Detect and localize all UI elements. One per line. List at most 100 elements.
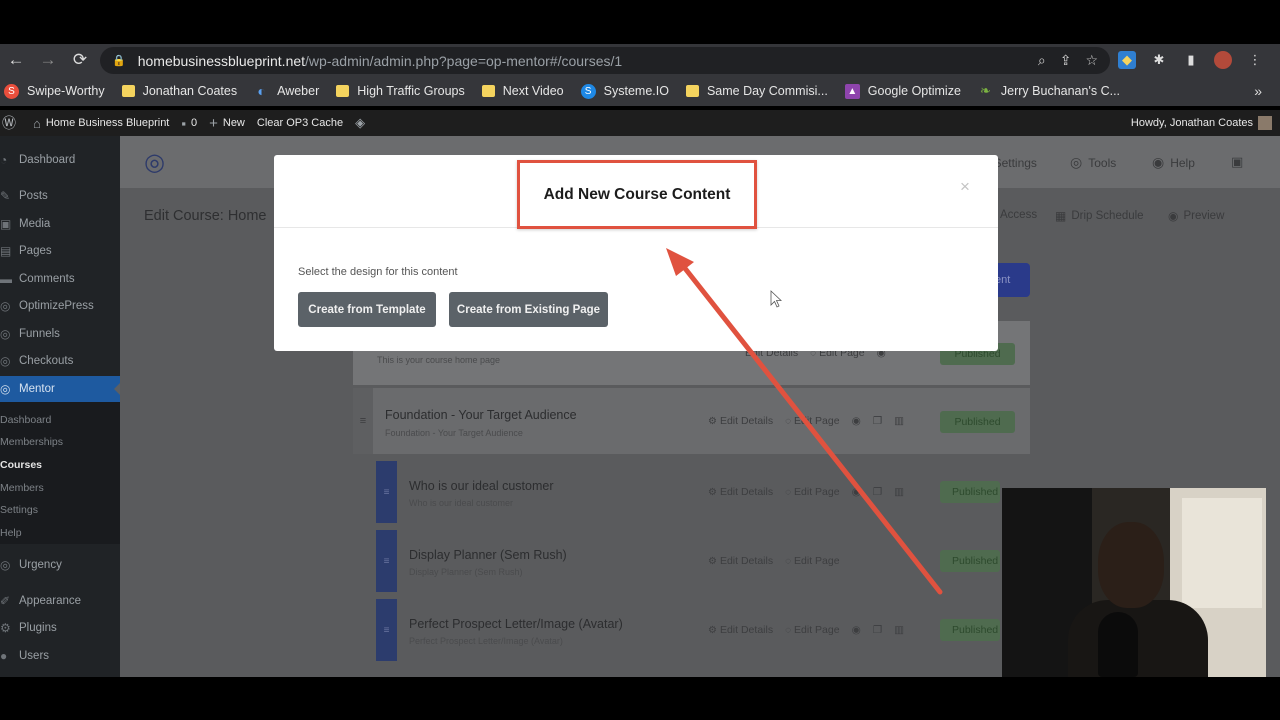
edit-details-link[interactable]: ⚙ Edit Details (708, 555, 773, 567)
calendar-icon: ▦ (1055, 209, 1067, 223)
edit-page-link[interactable]: ◌ Edit Page (785, 415, 840, 427)
drag-handle-icon[interactable]: ≡ (376, 461, 397, 523)
bookmark-aweber[interactable]: ◐ Aweber (254, 83, 319, 99)
microphone-icon (1098, 612, 1138, 677)
optimizepress-logo-icon[interactable]: ◎ (144, 148, 170, 176)
optimizepress-icon: ◎ (0, 327, 11, 341)
fullscreen-icon[interactable]: ▣ (1231, 154, 1249, 170)
zoom-icon[interactable]: ⌕ (1038, 52, 1046, 69)
drag-handle-icon[interactable]: ≡ (376, 599, 397, 661)
user-icon: ● (0, 649, 8, 663)
create-from-template-button[interactable]: Create from Template (298, 292, 436, 327)
extension-icon[interactable]: ◆ (1118, 51, 1136, 69)
eye-icon[interactable]: ◉ (852, 624, 861, 636)
preview-link[interactable]: ◉ Preview (1168, 209, 1224, 223)
account-menu[interactable]: Howdy, Jonathan Coates (1131, 116, 1272, 130)
submenu-memberships[interactable]: Memberships (0, 431, 120, 453)
sidebar-item-pages[interactable]: ▤ Pages (0, 238, 120, 264)
webcam-window (1182, 498, 1262, 608)
back-arrow-icon[interactable]: ← (0, 44, 32, 76)
submenu-help[interactable]: Help (0, 522, 120, 544)
row-title: Display Planner (Sem Rush) (409, 548, 567, 562)
bookmark-star-icon[interactable]: ☆ (1085, 52, 1098, 69)
wordpress-logo-icon[interactable]: Ⓦ (2, 113, 21, 133)
edit-details-link[interactable]: ⚙ Edit Details (708, 624, 773, 636)
bookmark-jerry-buchanan[interactable]: ❧ Jerry Buchanan's C... (978, 83, 1120, 99)
sidebar-item-appearance[interactable]: ✐ Appearance (0, 588, 120, 614)
chevron-double-right-icon[interactable]: » (1254, 83, 1262, 99)
sidebar-item-funnels[interactable]: ◎ Funnels (0, 321, 120, 347)
presenter-body (1068, 600, 1208, 677)
sidebar-item-comments[interactable]: ▬ Comments (0, 266, 120, 292)
modal-title: Add New Course Content (517, 160, 757, 229)
sidebar-item-media[interactable]: ▣ Media (0, 211, 120, 237)
access-link[interactable]: Access (1000, 209, 1037, 221)
bookmark-same-day-commissions[interactable]: Same Day Commisi... (685, 84, 828, 98)
tools-link[interactable]: ◎ Tools (1070, 154, 1116, 171)
sidebar-item-users[interactable]: ● Users (0, 643, 120, 669)
comments-link[interactable]: ▪ 0 (181, 116, 197, 131)
drip-schedule-link[interactable]: ▦ Drip Schedule (1055, 209, 1144, 223)
share-icon[interactable]: ⇪ (1060, 52, 1072, 69)
forward-arrow-icon[interactable]: → (32, 44, 64, 76)
drag-handle-icon[interactable]: ≡ (376, 530, 397, 592)
create-from-existing-page-button[interactable]: Create from Existing Page (449, 292, 608, 327)
bookmark-high-traffic-groups[interactable]: High Traffic Groups (336, 84, 465, 98)
duplicate-icon[interactable]: ❐ (873, 415, 882, 427)
bookmark-swipe-worthy[interactable]: S Swipe-Worthy (4, 83, 105, 99)
sidebar-item-mentor[interactable]: ◎ Mentor (0, 376, 120, 402)
edit-page-link[interactable]: ◌ Edit Page (785, 555, 840, 567)
table-row[interactable]: ≡ Foundation - Your Target Audience Foun… (353, 388, 1030, 454)
bookmark-google-optimize[interactable]: ▲ Google Optimize (844, 83, 961, 99)
puzzle-icon[interactable]: ✱ (1150, 51, 1168, 69)
new-content-link[interactable]: + New (209, 115, 245, 132)
sidebar-item-posts[interactable]: ✎ Posts (0, 183, 120, 209)
sidebar-item-plugins[interactable]: ⚙ Plugins (0, 615, 120, 641)
row-title: Foundation - Your Target Audience (385, 408, 577, 422)
reload-icon[interactable]: ⟳ (64, 44, 96, 76)
edit-details-link[interactable]: ⚙ Edit Details (708, 486, 773, 498)
sidebar-item-checkouts[interactable]: ◎ Checkouts (0, 348, 120, 374)
edit-page-link[interactable]: ◌ Edit Page (785, 624, 840, 636)
duplicate-icon[interactable]: ❐ (873, 624, 882, 636)
sidebar-item-optimizepress[interactable]: ◎ OptimizePress (0, 293, 120, 319)
table-row[interactable]: Who is our ideal customer Who is our ide… (400, 461, 1030, 523)
trash-icon[interactable]: ▥ (894, 624, 904, 636)
profile-avatar[interactable] (1214, 51, 1232, 69)
bookmark-next-video[interactable]: Next Video (481, 84, 564, 98)
table-row[interactable]: Perfect Prospect Letter/Image (Avatar) P… (400, 599, 1030, 661)
site-name-link[interactable]: ⌂ Home Business Blueprint (33, 116, 169, 131)
drag-handle-icon[interactable]: ≡ (353, 388, 373, 454)
row-actions: ⚙ Edit Details ◌ Edit Page ◉ ❐ ▥ (708, 461, 916, 523)
edit-page-link[interactable]: ◌ Edit Page (785, 486, 840, 498)
status-badge: Published (940, 411, 1015, 433)
close-icon[interactable]: × (960, 177, 970, 197)
eye-icon[interactable]: ◉ (852, 415, 861, 427)
clear-cache-link[interactable]: Clear OP3 Cache (257, 117, 343, 129)
bookmark-jonathan-coates[interactable]: Jonathan Coates (121, 84, 237, 98)
media-icon: ▣ (0, 217, 12, 231)
table-row[interactable]: Display Planner (Sem Rush) Display Plann… (400, 530, 1030, 592)
bookmark-systeme-io[interactable]: S Systeme.IO (580, 83, 669, 99)
edit-icon: ◌ (785, 624, 792, 636)
submenu-settings[interactable]: Settings (0, 499, 120, 521)
home-icon: ⌂ (33, 115, 41, 131)
trash-icon[interactable]: ▥ (894, 415, 904, 427)
sidebar-item-urgency[interactable]: ◎ Urgency (0, 552, 120, 578)
side-panel-icon[interactable]: ▮ (1182, 51, 1200, 69)
eye-icon[interactable]: ◉ (852, 486, 861, 498)
submenu-courses[interactable]: Courses (0, 454, 120, 476)
gear-icon: ⚙ (708, 415, 717, 427)
duplicate-icon[interactable]: ❐ (873, 486, 882, 498)
edit-details-link[interactable]: ⚙ Edit Details (708, 415, 773, 427)
address-bar[interactable]: 🔒 homebusinessblueprint.net/wp-admin/adm… (100, 47, 1110, 74)
submenu-members[interactable]: Members (0, 477, 120, 499)
submenu-dashboard[interactable]: Dashboard (0, 409, 120, 431)
lifebuoy-icon: ◉ (1152, 154, 1165, 170)
trash-icon[interactable]: ▥ (894, 486, 904, 498)
more-vertical-icon[interactable]: ⋮ (1246, 51, 1264, 69)
sidebar-item-dashboard[interactable]: ◔ Dashboard (0, 147, 120, 173)
diamond-icon[interactable]: ◈ (355, 115, 370, 131)
s-badge-icon: S (4, 83, 19, 99)
help-link[interactable]: ◉ Help (1152, 154, 1195, 171)
